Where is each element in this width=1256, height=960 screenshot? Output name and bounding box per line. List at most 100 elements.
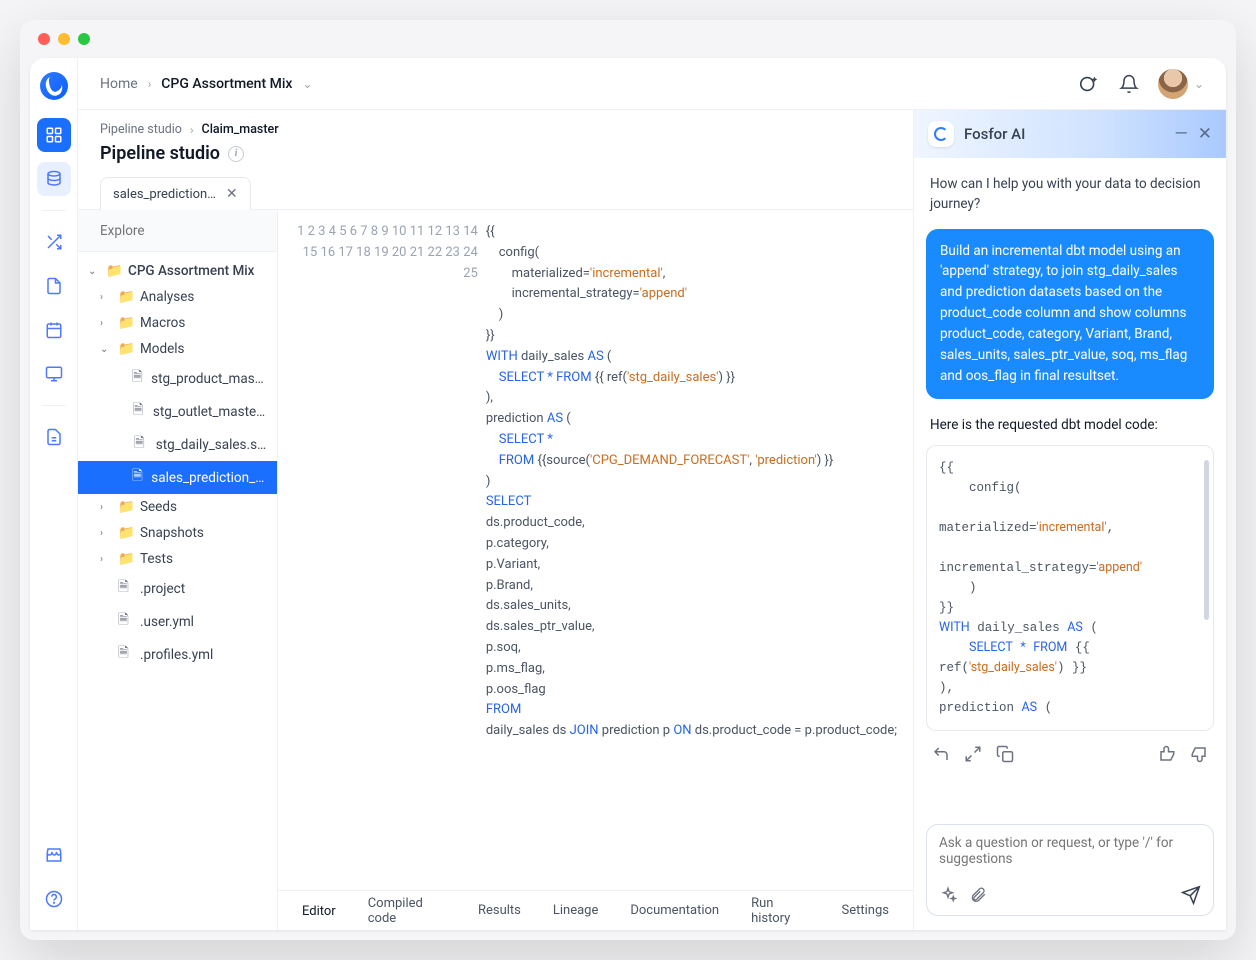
attach-icon[interactable] xyxy=(969,886,987,904)
scrollbar[interactable] xyxy=(1204,460,1209,620)
ai-code-block: {{ config( materialized='incremental', i… xyxy=(926,445,1214,731)
topbar: Home › CPG Assortment Mix ⌄ ⌄ xyxy=(78,58,1226,110)
studio-left: Pipeline studio › Claim_master Pipeline … xyxy=(78,110,914,930)
bottom-tab-editor[interactable]: Editor xyxy=(286,891,352,930)
explore-bar xyxy=(78,210,277,252)
crumb-pipeline-studio[interactable]: Pipeline studio xyxy=(100,122,182,137)
bottom-tab-results[interactable]: Results xyxy=(462,891,537,930)
line-gutter: 1 2 3 4 5 6 7 8 9 10 11 12 13 14 15 16 1… xyxy=(278,222,486,878)
nav-help[interactable] xyxy=(37,882,71,916)
nav-monitor[interactable] xyxy=(37,357,71,391)
ai-code[interactable]: {{ config( materialized='incremental', i… xyxy=(939,458,1201,718)
nav-shuffle[interactable] xyxy=(37,225,71,259)
bottom-tab-settings[interactable]: Settings xyxy=(826,891,905,930)
send-icon[interactable] xyxy=(1181,885,1201,905)
thumbs-down-icon[interactable] xyxy=(1190,745,1208,763)
undo-icon[interactable] xyxy=(932,745,950,763)
page-title: Pipeline studio i xyxy=(100,143,891,164)
tree-analyses[interactable]: ›📁Analyses xyxy=(78,284,277,310)
sparkle-icon[interactable] xyxy=(939,886,957,904)
breadcrumb-top: Home › CPG Assortment Mix ⌄ xyxy=(100,76,313,92)
nav-rail xyxy=(30,58,78,930)
topbar-actions: ⌄ xyxy=(1078,69,1204,99)
nav-database[interactable] xyxy=(37,162,71,196)
app-content: Home › CPG Assortment Mix ⌄ ⌄ xyxy=(30,58,1226,930)
mac-titlebar xyxy=(20,20,1236,58)
chevron-down-icon: ⌄ xyxy=(1194,77,1204,91)
crumb-claim-master[interactable]: Claim_master xyxy=(202,122,279,137)
studio-header: Pipeline studio › Claim_master Pipeline … xyxy=(78,110,913,210)
tree-root[interactable]: ⌄📁CPG Assortment Mix xyxy=(78,258,277,284)
expand-icon[interactable] xyxy=(964,745,982,763)
tree-macros[interactable]: ›📁Macros xyxy=(78,310,277,336)
main-area: Home › CPG Assortment Mix ⌄ ⌄ xyxy=(78,58,1226,930)
file-tree: ⌄📁CPG Assortment Mix ›📁Analyses ›📁Macros… xyxy=(78,252,277,930)
explore-input[interactable] xyxy=(100,223,277,239)
ai-response-label: Here is the requested dbt model code: xyxy=(930,417,1210,433)
file-tab-label: sales_prediction… xyxy=(113,187,216,202)
editor-bottom-tabs: EditorCompiled codeResultsLineageDocumen… xyxy=(278,890,913,930)
close-icon[interactable]: ✕ xyxy=(1198,124,1212,144)
bell-icon[interactable] xyxy=(1118,73,1140,95)
file-tabs: sales_prediction… ✕ xyxy=(100,176,891,209)
thumbs-up-icon[interactable] xyxy=(1158,745,1176,763)
page-title-text: Pipeline studio xyxy=(100,143,220,164)
breadcrumb-home[interactable]: Home xyxy=(100,76,138,92)
nav-store[interactable] xyxy=(37,838,71,872)
ai-greeting: How can I help you with your data to dec… xyxy=(926,170,1214,219)
code-area[interactable]: 1 2 3 4 5 6 7 8 9 10 11 12 13 14 15 16 1… xyxy=(278,210,913,890)
chevron-right-icon: › xyxy=(190,123,194,137)
breadcrumb-project[interactable]: CPG Assortment Mix xyxy=(161,76,292,92)
code-body[interactable]: {{ config( materialized='incremental', i… xyxy=(486,222,913,878)
tree-file[interactable]: 🗎stg_outlet_master.sql xyxy=(78,395,277,428)
app-window: Home › CPG Assortment Mix ⌄ ⌄ xyxy=(20,20,1236,940)
chevron-down-icon[interactable]: ⌄ xyxy=(302,77,312,91)
tree-file[interactable]: 🗎stg_daily_sales.sql xyxy=(78,428,277,461)
ai-logo xyxy=(928,121,954,147)
copy-icon[interactable] xyxy=(996,745,1014,763)
ai-header: Fosfor AI — ✕ xyxy=(914,110,1226,158)
close-tab-icon[interactable]: ✕ xyxy=(226,186,238,202)
close-window[interactable] xyxy=(38,33,50,45)
bottom-tab-documentation[interactable]: Documentation xyxy=(614,891,735,930)
rail-divider xyxy=(42,210,66,211)
chevron-right-icon: › xyxy=(148,77,152,91)
tree-tests[interactable]: ›📁Tests xyxy=(78,546,277,572)
tree-profilesyml[interactable]: 🗎.profiles.yml xyxy=(78,638,277,671)
ai-panel: Fosfor AI — ✕ How can I help you with yo… xyxy=(914,110,1226,930)
tree-useryml[interactable]: 🗎.user.yml xyxy=(78,605,277,638)
tree-file[interactable]: 🗎stg_product_master.sql xyxy=(78,362,277,395)
nav-file[interactable] xyxy=(37,420,71,454)
tree-project[interactable]: 🗎.project xyxy=(78,572,277,605)
avatar xyxy=(1158,69,1188,99)
ai-code-actions xyxy=(926,741,1214,767)
file-tab[interactable]: sales_prediction… ✕ xyxy=(100,177,251,210)
ai-sparkle-icon[interactable] xyxy=(1078,73,1100,95)
tree-seeds[interactable]: ›📁Seeds xyxy=(78,494,277,520)
tree-file-selected[interactable]: 🗎sales_prediction_prec… xyxy=(78,461,277,494)
bottom-tab-run-history[interactable]: Run history xyxy=(735,891,825,930)
nav-dashboard[interactable] xyxy=(37,118,71,152)
tree-snapshots[interactable]: ›📁Snapshots xyxy=(78,520,277,546)
nav-calendar[interactable] xyxy=(37,313,71,347)
ai-textarea[interactable] xyxy=(939,835,1201,875)
nav-document[interactable] xyxy=(37,269,71,303)
tree-models[interactable]: ⌄📁Models xyxy=(78,336,277,362)
code-editor[interactable]: 1 2 3 4 5 6 7 8 9 10 11 12 13 14 15 16 1… xyxy=(278,210,913,930)
maximize-window[interactable] xyxy=(78,33,90,45)
user-message: Build an incremental dbt model using an … xyxy=(926,229,1214,399)
rail-divider-2 xyxy=(42,405,66,406)
bottom-tab-lineage[interactable]: Lineage xyxy=(537,891,615,930)
ai-input-wrap xyxy=(914,814,1226,930)
info-icon[interactable]: i xyxy=(228,146,244,162)
studio-area: Pipeline studio › Claim_master Pipeline … xyxy=(78,110,1226,930)
ai-title: Fosfor AI xyxy=(964,125,1164,143)
file-explorer: ⌄📁CPG Assortment Mix ›📁Analyses ›📁Macros… xyxy=(78,210,278,930)
ai-input[interactable] xyxy=(926,824,1214,916)
ai-body: How can I help you with your data to dec… xyxy=(914,158,1226,814)
studio-body: ⌄📁CPG Assortment Mix ›📁Analyses ›📁Macros… xyxy=(78,210,913,930)
bottom-tab-compiled-code[interactable]: Compiled code xyxy=(352,891,462,930)
minimize-icon[interactable]: — xyxy=(1174,124,1187,144)
minimize-window[interactable] xyxy=(58,33,70,45)
user-menu[interactable]: ⌄ xyxy=(1158,69,1204,99)
